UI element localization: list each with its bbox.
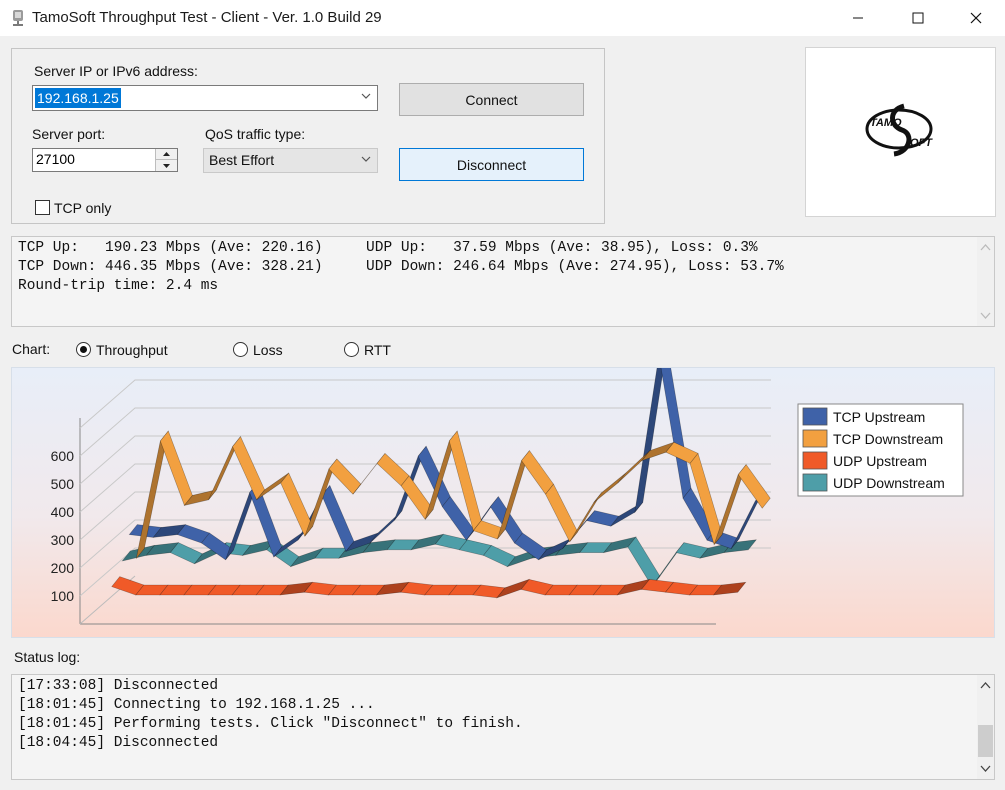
status-log-scrollbar[interactable] — [977, 675, 994, 779]
close-button[interactable] — [953, 0, 999, 36]
stats-output[interactable]: TCP Up: 190.23 Mbps (Ave: 220.16) UDP Up… — [11, 236, 995, 327]
stats-line-tcp-down: TCP Down: 446.35 Mbps (Ave: 328.21) UDP … — [18, 259, 784, 275]
tcp-only-checkbox[interactable] — [35, 200, 50, 215]
ribbon-segment-tcp-downstream — [545, 483, 578, 543]
status-log-output[interactable]: [17:33:08] Disconnected [18:01:45] Conne… — [11, 674, 995, 780]
ribbon-segment-tcp-downstream — [232, 436, 265, 501]
scroll-down-icon[interactable] — [980, 763, 991, 773]
y-tick-label: 400 — [51, 504, 75, 520]
radio-selected-dot — [80, 346, 87, 353]
qos-label: QoS traffic type: — [205, 126, 306, 142]
status-log-label: Status log: — [14, 649, 81, 665]
ribbon-segment-udp-upstream — [712, 581, 747, 596]
ribbon-segment-tcp-upstream — [660, 368, 692, 499]
caret-down-icon — [163, 163, 170, 168]
ribbon-segment-tcp-upstream — [634, 368, 664, 514]
tcp-only-label: TCP only — [54, 200, 112, 216]
logo-text-bottom: OFT — [910, 137, 933, 149]
app-icon — [13, 10, 23, 26]
scroll-down-icon[interactable] — [980, 310, 991, 320]
chart-selector-label: Chart: — [12, 341, 51, 357]
radio-throughput-label[interactable]: Throughput — [96, 342, 168, 358]
legend-label: TCP Downstream — [833, 431, 943, 447]
title-bar: TamoSoft Throughput Test - Client - Ver.… — [0, 0, 1005, 36]
scroll-thumb[interactable] — [978, 725, 993, 757]
server-address-combobox[interactable]: 192.168.1.25 — [32, 85, 378, 111]
ribbon-segment-tcp-downstream — [593, 472, 627, 503]
chevron-down-icon — [361, 156, 371, 162]
log-line: [18:01:45] Performing tests. Click "Disc… — [18, 716, 523, 732]
server-port-label: Server port: — [32, 126, 106, 142]
y-tick-label: 100 — [51, 588, 75, 604]
scroll-up-icon[interactable] — [980, 681, 991, 691]
log-line: [18:01:45] Connecting to 192.168.1.25 ..… — [18, 697, 375, 713]
connection-group: Server IP or IPv6 address: 192.168.1.25 … — [11, 48, 605, 224]
stats-line-tcp-up: TCP Up: 190.23 Mbps (Ave: 220.16) UDP Up… — [18, 240, 758, 256]
legend-swatch — [802, 407, 828, 426]
maximize-button[interactable] — [895, 0, 941, 36]
disconnect-button[interactable]: Disconnect — [399, 148, 584, 181]
server-port-stepper[interactable]: 27100 — [32, 148, 178, 172]
ribbon-segment-tcp-upstream — [321, 484, 355, 552]
radio-loss[interactable] — [233, 342, 248, 357]
server-port-value: 27100 — [36, 151, 75, 167]
radio-loss-label[interactable]: Loss — [253, 342, 283, 358]
logo-text-top: TAMO — [870, 117, 902, 129]
server-address-value: 192.168.1.25 — [35, 88, 121, 108]
log-line: [17:33:08] Disconnected — [18, 678, 219, 694]
ribbon-segment-tcp-downstream — [737, 464, 771, 509]
caret-up-icon — [163, 152, 170, 156]
legend-label: TCP Upstream — [833, 409, 925, 425]
qos-dropdown[interactable]: Best Effort — [203, 148, 378, 173]
radio-rtt[interactable] — [344, 342, 359, 357]
y-tick-label: 500 — [51, 476, 75, 492]
ribbon-segment-tcp-downstream — [521, 450, 554, 495]
ribbon-segment-tcp-downstream — [376, 452, 410, 487]
y-tick-label: 300 — [51, 532, 75, 548]
chevron-down-icon — [361, 93, 371, 99]
port-down-button[interactable] — [155, 160, 177, 171]
legend-swatch — [802, 451, 828, 470]
stats-line-rtt: Round-trip time: 2.4 ms — [18, 278, 219, 294]
y-tick-label: 200 — [51, 560, 75, 576]
throughput-chart-svg: 100 200 300 400 500 600 TCP Upstream TCP Downst… — [51, 368, 964, 625]
throughput-chart: 100 200 300 400 500 600 TCP Upstream TCP Downst… — [11, 367, 995, 638]
connect-button[interactable]: Connect — [399, 83, 584, 116]
y-tick-label: 600 — [51, 448, 75, 464]
minimize-icon — [853, 17, 863, 19]
legend-swatch — [802, 429, 828, 448]
window-title: TamoSoft Throughput Test - Client - Ver.… — [32, 9, 382, 26]
qos-value: Best Effort — [209, 152, 275, 168]
port-up-button[interactable] — [155, 149, 177, 160]
scroll-up-icon[interactable] — [980, 243, 991, 253]
legend-swatch — [802, 473, 828, 492]
tamosoft-logo: TAMO OFT — [865, 103, 933, 157]
close-icon — [970, 12, 982, 24]
log-line: [18:04:45] Disconnected — [18, 735, 219, 751]
legend-label: UDP Downstream — [833, 475, 945, 491]
legend-label: UDP Upstream — [833, 453, 927, 469]
radio-throughput[interactable] — [76, 342, 91, 357]
server-address-label: Server IP or IPv6 address: — [34, 63, 198, 79]
radio-rtt-label[interactable]: RTT — [364, 342, 391, 358]
maximize-icon — [912, 12, 924, 24]
minimize-button[interactable] — [835, 0, 881, 36]
company-logo-panel: TAMO OFT — [805, 47, 996, 217]
stats-scrollbar[interactable] — [977, 237, 994, 326]
ribbon-segment-tcp-downstream — [159, 430, 193, 507]
ribbon-segment-udp-downstream — [627, 536, 661, 587]
